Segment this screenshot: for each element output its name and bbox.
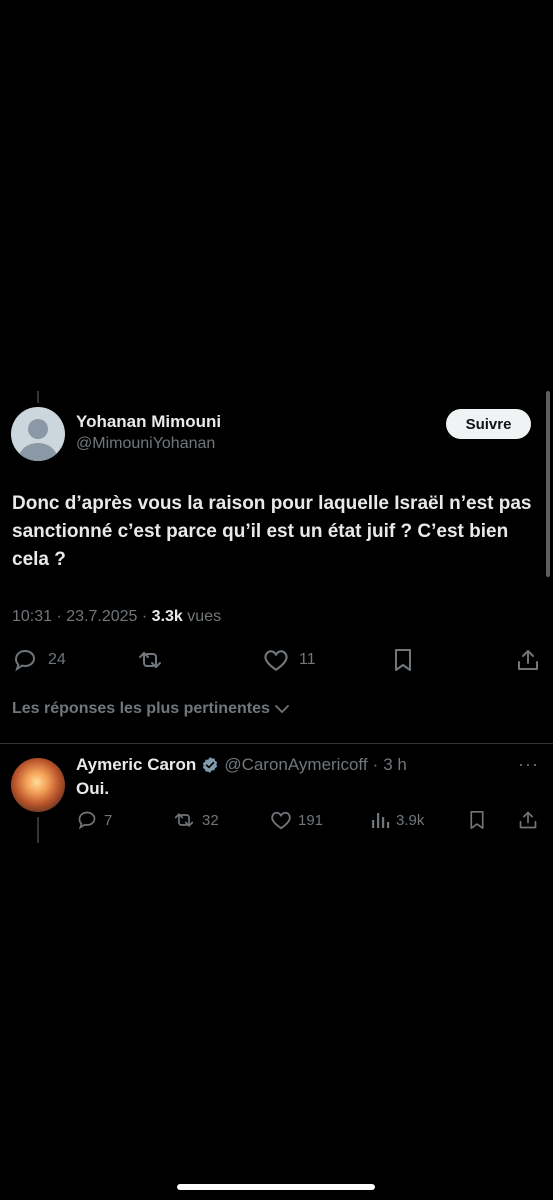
- reply-author-handle[interactable]: @CaronAymericoff: [224, 755, 367, 775]
- bookmark-action[interactable]: [392, 648, 414, 672]
- reply-header: Aymeric Caron @CaronAymericoff · 3 h: [76, 755, 407, 775]
- reply-like-count: 191: [298, 811, 324, 829]
- tweet-text: Donc d’après vous la raison pour laquell…: [12, 493, 532, 570]
- author-handle[interactable]: @MimouniYohanan: [76, 435, 215, 453]
- bookmark-icon: [470, 810, 484, 829]
- reply-author-name[interactable]: Aymeric Caron: [76, 755, 196, 775]
- reply-icon: [78, 811, 96, 830]
- default-avatar-head: [28, 419, 48, 439]
- retweet-icon: [174, 813, 194, 827]
- reply-views-count: 3.9k: [396, 811, 425, 829]
- replies-sort-selector[interactable]: Les réponses les plus pertinentes: [12, 700, 290, 718]
- thread-line-top: [37, 391, 39, 403]
- reply-action[interactable]: 24: [12, 648, 66, 672]
- reply-reply-count: 7: [104, 811, 113, 829]
- like-icon: [271, 811, 291, 830]
- follow-button[interactable]: Suivre: [446, 409, 531, 439]
- more-options-icon[interactable]: ···: [518, 754, 539, 775]
- bookmark-icon: [395, 649, 411, 671]
- tweet-date[interactable]: 23.7.2025: [66, 608, 137, 625]
- reply-retweet-action[interactable]: 32: [172, 810, 219, 830]
- retweet-icon: [139, 652, 161, 668]
- reply-like-action[interactable]: 191: [270, 810, 323, 830]
- sort-label: Les réponses les plus pertinentes: [12, 700, 270, 717]
- reply-text: Oui.: [76, 779, 110, 798]
- like-action[interactable]: 11: [263, 648, 316, 672]
- retweet-action[interactable]: [136, 648, 164, 672]
- reply-views-action[interactable]: 3.9k: [370, 810, 424, 830]
- tweet-time[interactable]: 10:31: [12, 608, 52, 625]
- author-avatar[interactable]: [11, 407, 65, 461]
- reply-retweet-count: 32: [202, 811, 219, 829]
- share-icon: [519, 811, 537, 829]
- tweet-views-label: vues: [187, 608, 222, 625]
- scrollbar[interactable]: [546, 391, 550, 577]
- author-name[interactable]: Yohanan Mimouni: [76, 412, 221, 432]
- reply-time[interactable]: 3 h: [383, 755, 407, 775]
- verified-badge-icon: [203, 757, 218, 773]
- like-icon: [264, 650, 288, 672]
- tweet-views-count: 3.3k: [151, 608, 183, 625]
- reply-icon: [14, 649, 36, 672]
- chevron-down-icon: [274, 705, 289, 714]
- views-icon: [372, 813, 390, 828]
- reply-bookmark-action[interactable]: [468, 810, 486, 830]
- like-count: 11: [299, 651, 316, 668]
- home-indicator[interactable]: [177, 1184, 375, 1190]
- reply-reply-action[interactable]: 7: [76, 810, 112, 830]
- share-icon: [518, 650, 538, 670]
- reply-author-avatar[interactable]: [11, 758, 65, 812]
- reply-thread-line: [37, 817, 39, 843]
- reply-share-action[interactable]: [518, 810, 538, 830]
- reply-dot: ·: [372, 755, 379, 774]
- tweet-meta: 10:31 · 23.7.2025 · 3.3k vues: [12, 608, 222, 625]
- share-action[interactable]: [516, 648, 540, 672]
- reply-count: 24: [48, 651, 66, 668]
- default-avatar-body: [19, 443, 57, 461]
- divider: [0, 743, 553, 744]
